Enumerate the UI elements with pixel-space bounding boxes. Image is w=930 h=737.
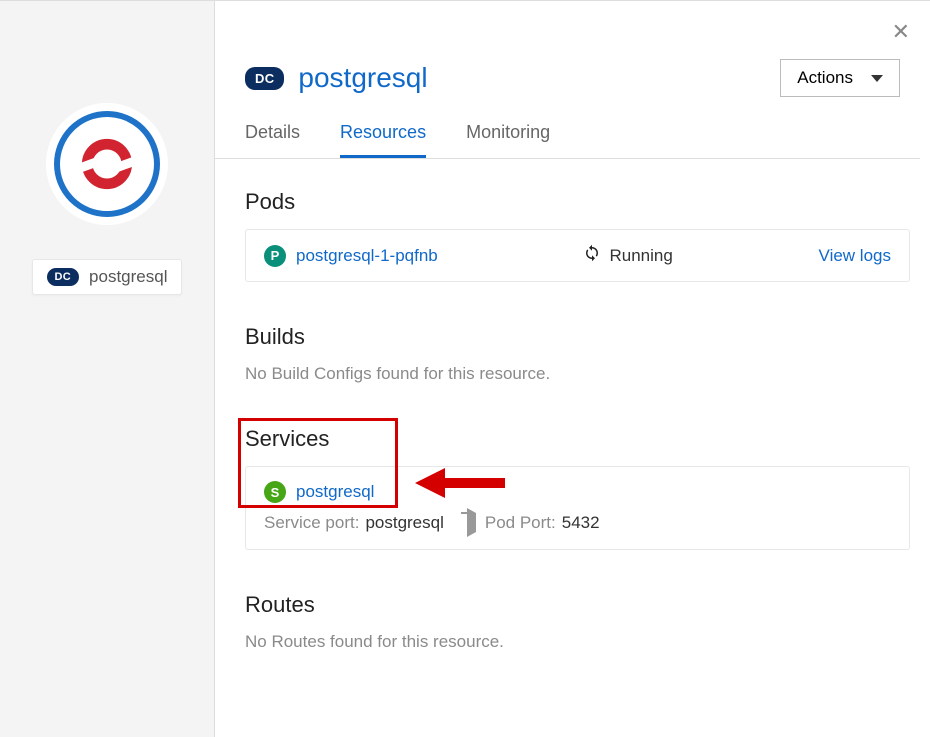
pod-status-text: Running <box>609 246 672 266</box>
actions-button[interactable]: Actions <box>780 59 900 97</box>
service-port-label: Service port: <box>264 513 359 533</box>
dc-badge: DC <box>47 268 80 286</box>
routes-heading: Routes <box>245 592 910 618</box>
sidebar-resource-card[interactable]: DC postgresql <box>32 259 183 295</box>
pod-link[interactable]: postgresql-1-pqfnb <box>296 246 438 266</box>
annotation-box <box>238 418 398 508</box>
tabs: Details Resources Monitoring <box>215 122 920 159</box>
annotation-arrow-icon <box>415 468 515 498</box>
sync-icon <box>583 244 601 267</box>
header: DC postgresql Actions <box>215 1 920 122</box>
chevron-down-icon <box>871 75 883 82</box>
routes-empty-text: No Routes found for this resource. <box>245 632 910 652</box>
content: Pods P postgresql-1-pqfnb Running View l… <box>215 159 920 652</box>
pod-status: Running <box>583 244 672 267</box>
pod-port-label: Pod Port: <box>485 513 556 533</box>
view-logs-link[interactable]: View logs <box>819 246 891 266</box>
pods-heading: Pods <box>245 189 910 215</box>
builds-empty-text: No Build Configs found for this resource… <box>245 364 910 384</box>
pod-card: P postgresql-1-pqfnb Running View logs <box>245 229 910 282</box>
tab-monitoring[interactable]: Monitoring <box>466 122 550 158</box>
service-port-line: Service port: postgresql Pod Port: 5432 <box>264 513 891 533</box>
tab-details[interactable]: Details <box>245 122 300 158</box>
builds-heading: Builds <box>245 324 910 350</box>
service-port-value: postgresql <box>365 513 443 533</box>
arrow-right-icon <box>467 508 476 537</box>
tab-resources[interactable]: Resources <box>340 122 426 158</box>
sidebar: DC postgresql <box>0 0 215 737</box>
actions-label: Actions <box>797 68 853 88</box>
table-row: P postgresql-1-pqfnb Running View logs <box>264 244 891 267</box>
close-icon[interactable]: ✕ <box>892 19 910 45</box>
main-panel: ✕ DC postgresql Actions Details Resource… <box>215 0 930 737</box>
resource-title: postgresql <box>298 62 427 94</box>
pod-port-value: 5432 <box>562 513 600 533</box>
dc-badge: DC <box>245 67 284 90</box>
sidebar-resource-label: postgresql <box>89 267 167 287</box>
openshift-logo <box>54 111 160 217</box>
pod-badge-icon: P <box>264 245 286 267</box>
page-title: DC postgresql <box>245 62 428 94</box>
openshift-icon <box>74 131 140 197</box>
